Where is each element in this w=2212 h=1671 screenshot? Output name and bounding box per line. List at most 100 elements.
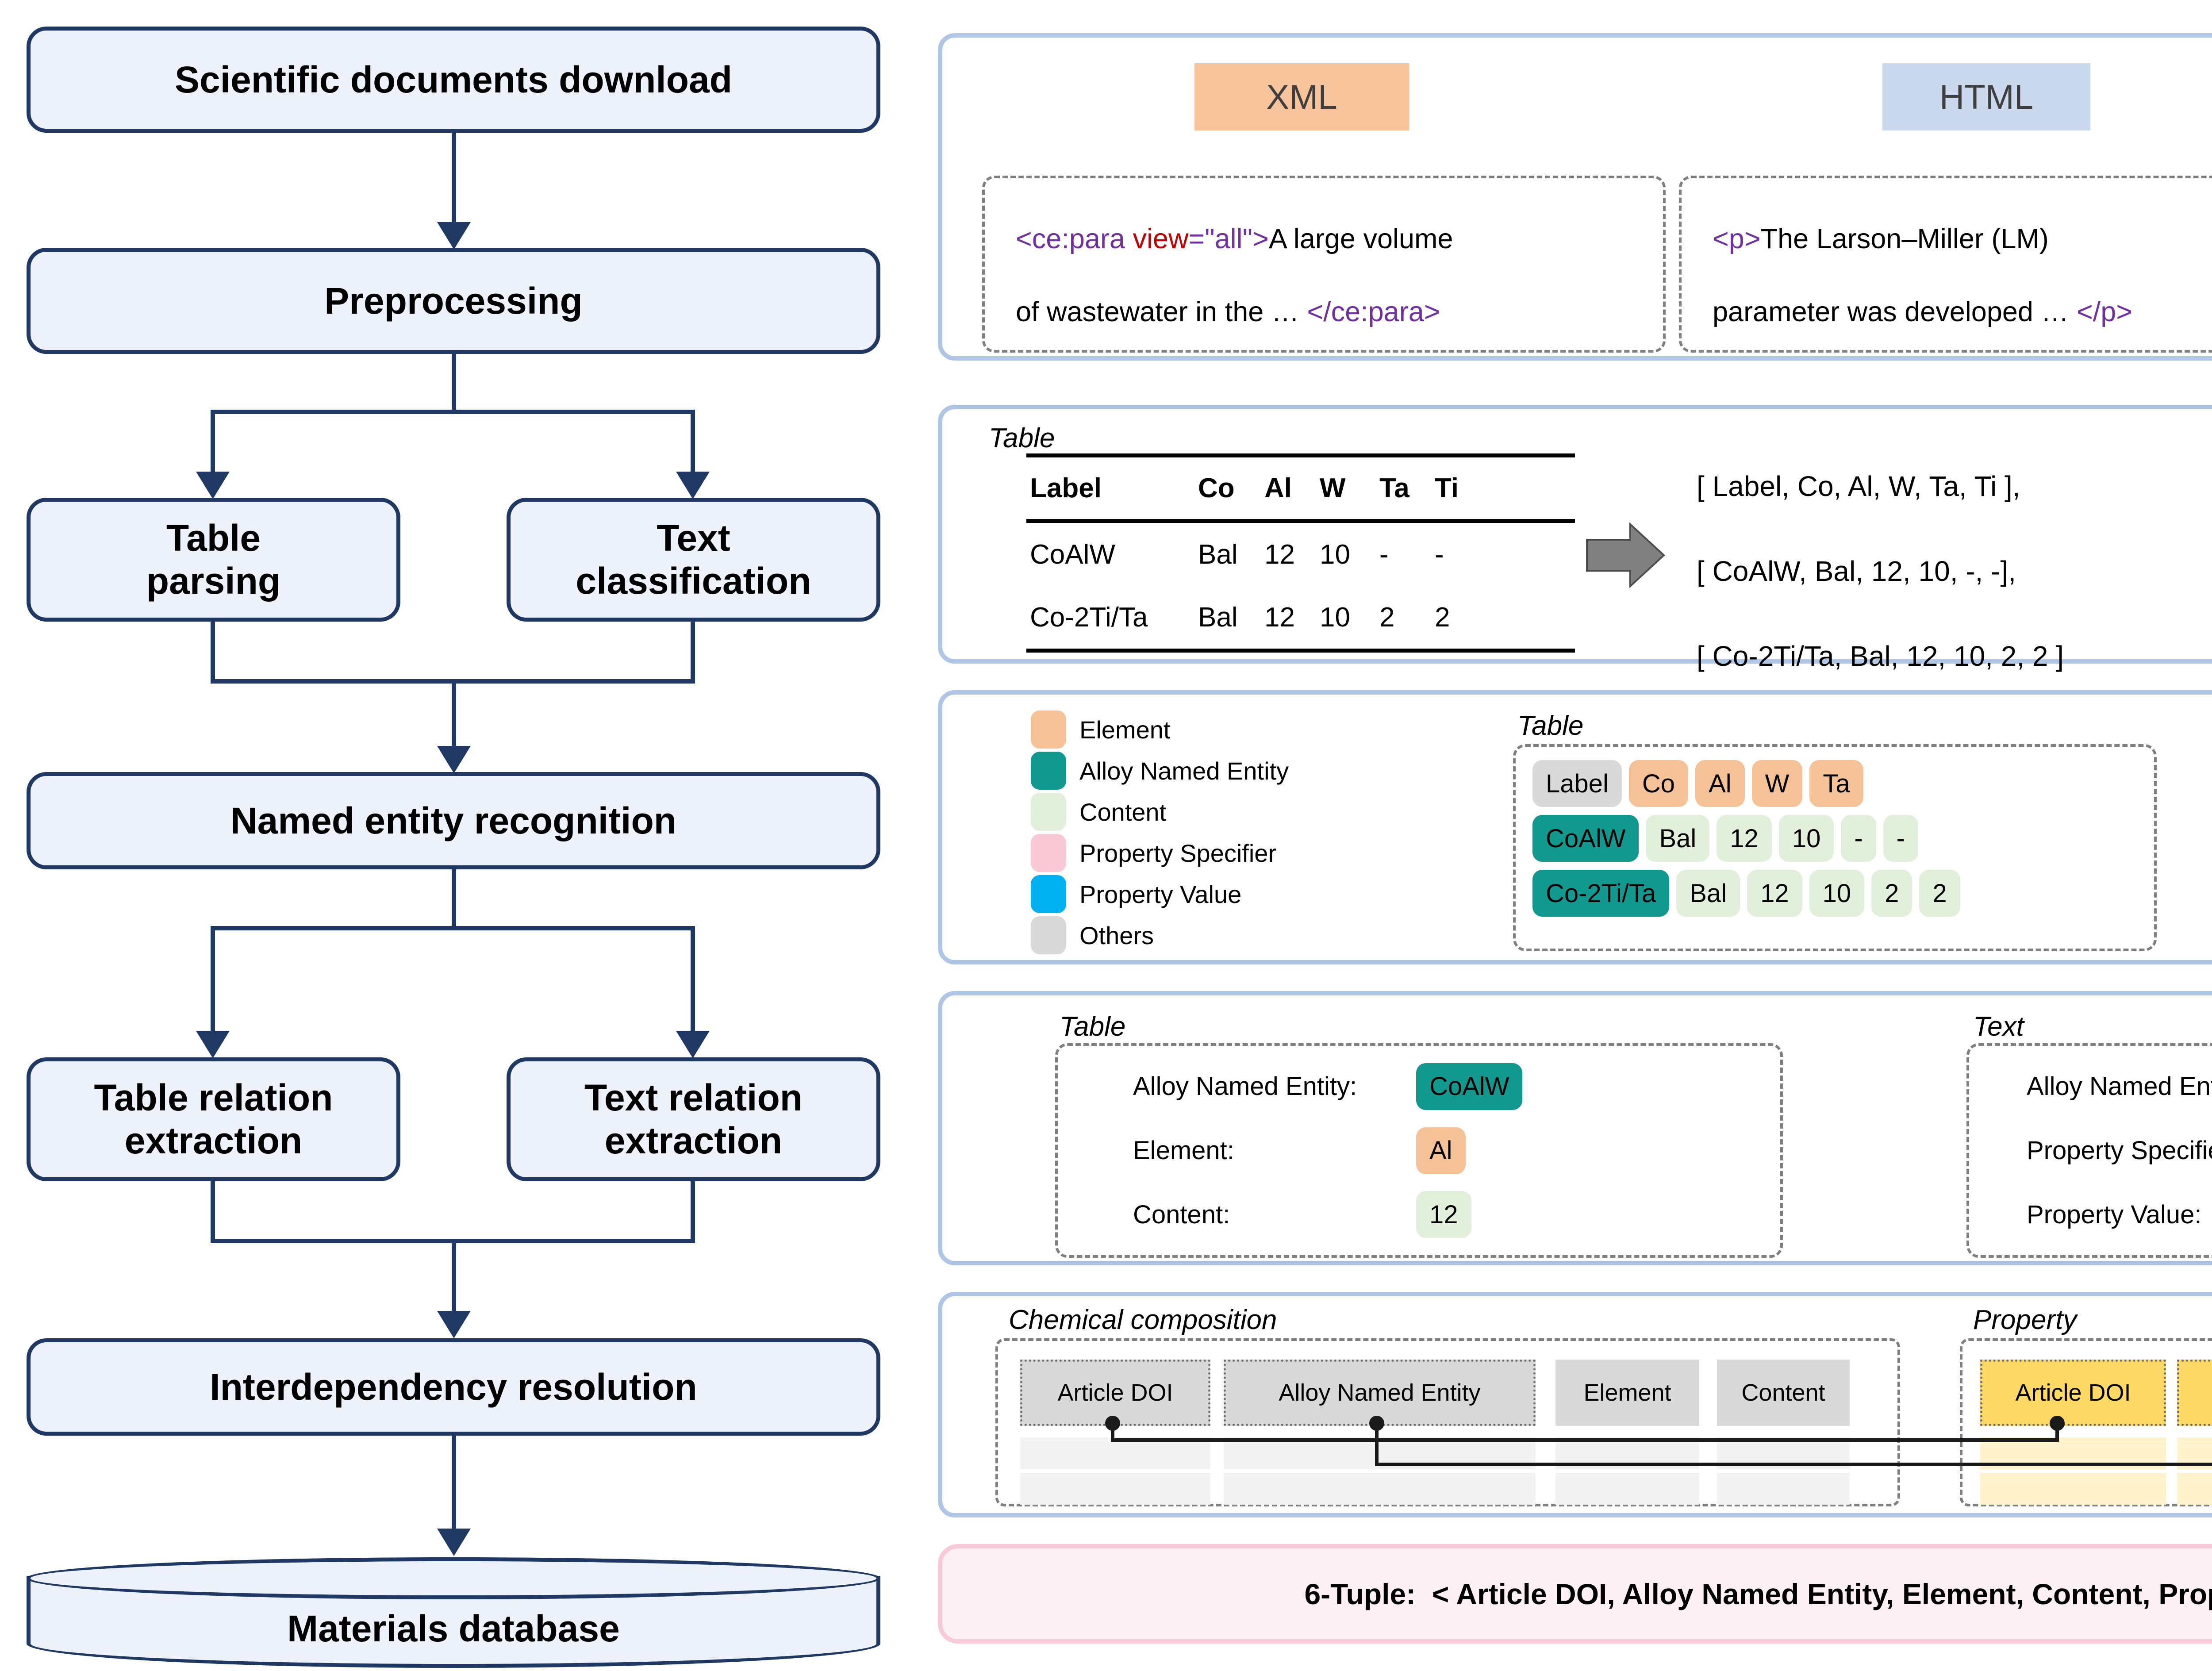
relation-label: Property Value: (2027, 1200, 2212, 1229)
relation-label: Alloy Named Entity: (2027, 1072, 2212, 1101)
cell: 10 (1320, 539, 1379, 570)
cell: 2 (1379, 602, 1435, 633)
cell: CoAlW (1030, 539, 1198, 570)
col-header: Label (1030, 472, 1198, 504)
text-relations-box: Alloy Named Entity: Co–9Al–9.8W Property… (1966, 1043, 2212, 1258)
legend-label: Element (1079, 715, 1170, 744)
col-header: Al (1264, 472, 1320, 504)
flow-node-documents-download: Scientific documents download (27, 27, 880, 133)
flow-node-label: Scientific documents download (175, 58, 732, 101)
arrow-down-icon (437, 1311, 471, 1338)
token-content: 12 (1747, 870, 1802, 917)
flow-connector (211, 926, 695, 930)
relation-label: Property Specifier: (2027, 1136, 2212, 1165)
flow-connector (452, 869, 456, 930)
panel-database-tables: Chemical composition Article DOI Alloy N… (938, 1292, 2212, 1517)
flow-node-table-parsing: Table parsing (27, 498, 400, 622)
table-token-box: Label Co Al W Ta CoAlW Bal 12 10 - - Co-… (1513, 744, 2157, 951)
flow-connector (691, 926, 695, 1032)
relation-label: Alloy Named Entity: (1133, 1072, 1416, 1101)
panel-source-formats: XML HTML TXT <ce:para view="all">A large… (938, 33, 2212, 361)
flow-connector (452, 133, 456, 226)
alloy-color-chip (1031, 752, 1066, 790)
flow-node-label: Text classification (565, 517, 822, 602)
xml-attr-name: view (1133, 223, 1188, 254)
empty-cell (1020, 1437, 1210, 1469)
property-label: Property (1973, 1304, 2077, 1336)
empty-cell (1980, 1437, 2166, 1469)
token-content: - (1841, 815, 1876, 862)
relation-label: Element: (1133, 1136, 1416, 1165)
legend-item-value: Property Value (1031, 875, 1289, 913)
xml-text: of wastewater in the … (1016, 296, 1307, 327)
empty-cell (1717, 1473, 1850, 1505)
html-badge: HTML (1882, 63, 2090, 131)
empty-cell (2177, 1437, 2212, 1469)
legend-label: Others (1079, 921, 1154, 950)
chem-header-element: Element (1555, 1360, 1699, 1426)
chem-header-article-doi: Article DOI (1020, 1360, 1210, 1426)
arrow-down-icon (437, 746, 471, 773)
token-element: W (1752, 760, 1803, 807)
arrow-down-icon (437, 1529, 471, 1556)
chem-header-alloy-named-entity: Alloy Named Entity (1224, 1360, 1536, 1426)
xml-badge-label: XML (1266, 77, 1337, 117)
relation-row: Property Specifier: solvus temperature (2027, 1127, 2212, 1174)
others-color-chip (1031, 916, 1066, 954)
flow-connector (452, 679, 456, 748)
token-content: 2 (1871, 870, 1912, 917)
xml-code-line1: <ce:para view="all">A large volume (1016, 203, 1632, 276)
value-color-chip (1031, 875, 1066, 913)
source-table-row: CoAlW Bal 12 10 - - (1026, 523, 1575, 586)
flow-node-label: Text relation extraction (570, 1076, 818, 1162)
database-cylinder-top (27, 1557, 880, 1599)
token-row: CoAlW Bal 12 10 - - (1532, 815, 2137, 862)
flow-connector (691, 410, 695, 475)
xml-text: A large volume (1269, 223, 1453, 254)
xml-badge: XML (1194, 63, 1409, 131)
xml-code-line2: of wastewater in the … </ce:para> (1016, 276, 1632, 349)
token-content: 2 (1919, 870, 1960, 917)
token-content: 12 (1416, 1191, 1471, 1238)
header-label: Alloy Named Entity (1279, 1379, 1480, 1406)
flow-node-label: Interdependency resolution (210, 1366, 697, 1409)
table-section-label: Table (1060, 1011, 1125, 1042)
relation-row: Property Value: 990°C (2027, 1191, 2212, 1238)
token-alloy: CoAlW (1532, 815, 1639, 862)
relation-row: Element: Al (1133, 1127, 1780, 1174)
token-others: Label (1532, 760, 1622, 807)
empty-cell (1555, 1473, 1699, 1505)
flow-node-text-classification: Text classification (507, 498, 880, 622)
empty-cell (1555, 1437, 1699, 1469)
token-content: Bal (1676, 870, 1740, 917)
html-close-tag: </p> (2077, 296, 2132, 327)
relation-label: Content: (1133, 1200, 1416, 1229)
token-content: 10 (1809, 870, 1865, 917)
token-row: Co-2Ti/Ta Bal 12 10 2 2 (1532, 870, 2137, 917)
token-content: - (1883, 815, 1918, 862)
flow-node-interdependency-resolution: Interdependency resolution (27, 1338, 880, 1436)
html-code-line2: parameter was developed … </p> (1713, 276, 2212, 349)
panel-relation-extraction: Table Alloy Named Entity: CoAlW Element:… (938, 991, 2212, 1265)
six-tuple-text: 6-Tuple: < Article DOI, Alloy Named Enti… (1304, 1577, 2212, 1611)
text-section-label: Text (1973, 1011, 2024, 1042)
parsed-arrays: [ Label, Co, Al, W, Ta, Ti ], [ CoAlW, B… (1697, 444, 2064, 699)
col-header: W (1320, 472, 1379, 504)
html-open-tag: <p> (1713, 223, 1761, 254)
chem-header-content: Content (1717, 1360, 1850, 1426)
token-element: Co (1629, 760, 1688, 807)
col-header: Ti (1435, 472, 1481, 504)
arrow-down-icon (437, 222, 471, 250)
empty-cell (1224, 1437, 1536, 1469)
relation-row: Content: 12 (1133, 1191, 1780, 1238)
token-content: Bal (1646, 815, 1709, 862)
token-element: Al (1695, 760, 1745, 807)
cell: - (1435, 539, 1481, 570)
flow-node-text-relation-extraction: Text relation extraction (507, 1057, 880, 1181)
arrow-down-icon (196, 472, 230, 499)
xml-snippet-box: <ce:para view="all">A large volume of wa… (982, 176, 1666, 353)
arrow-down-icon (676, 472, 710, 499)
token-content: 10 (1779, 815, 1834, 862)
prop-header-article-doi: Article DOI (1980, 1360, 2166, 1426)
prop-header-alloy-named-entity: Alloy Named Entity (2177, 1360, 2212, 1426)
